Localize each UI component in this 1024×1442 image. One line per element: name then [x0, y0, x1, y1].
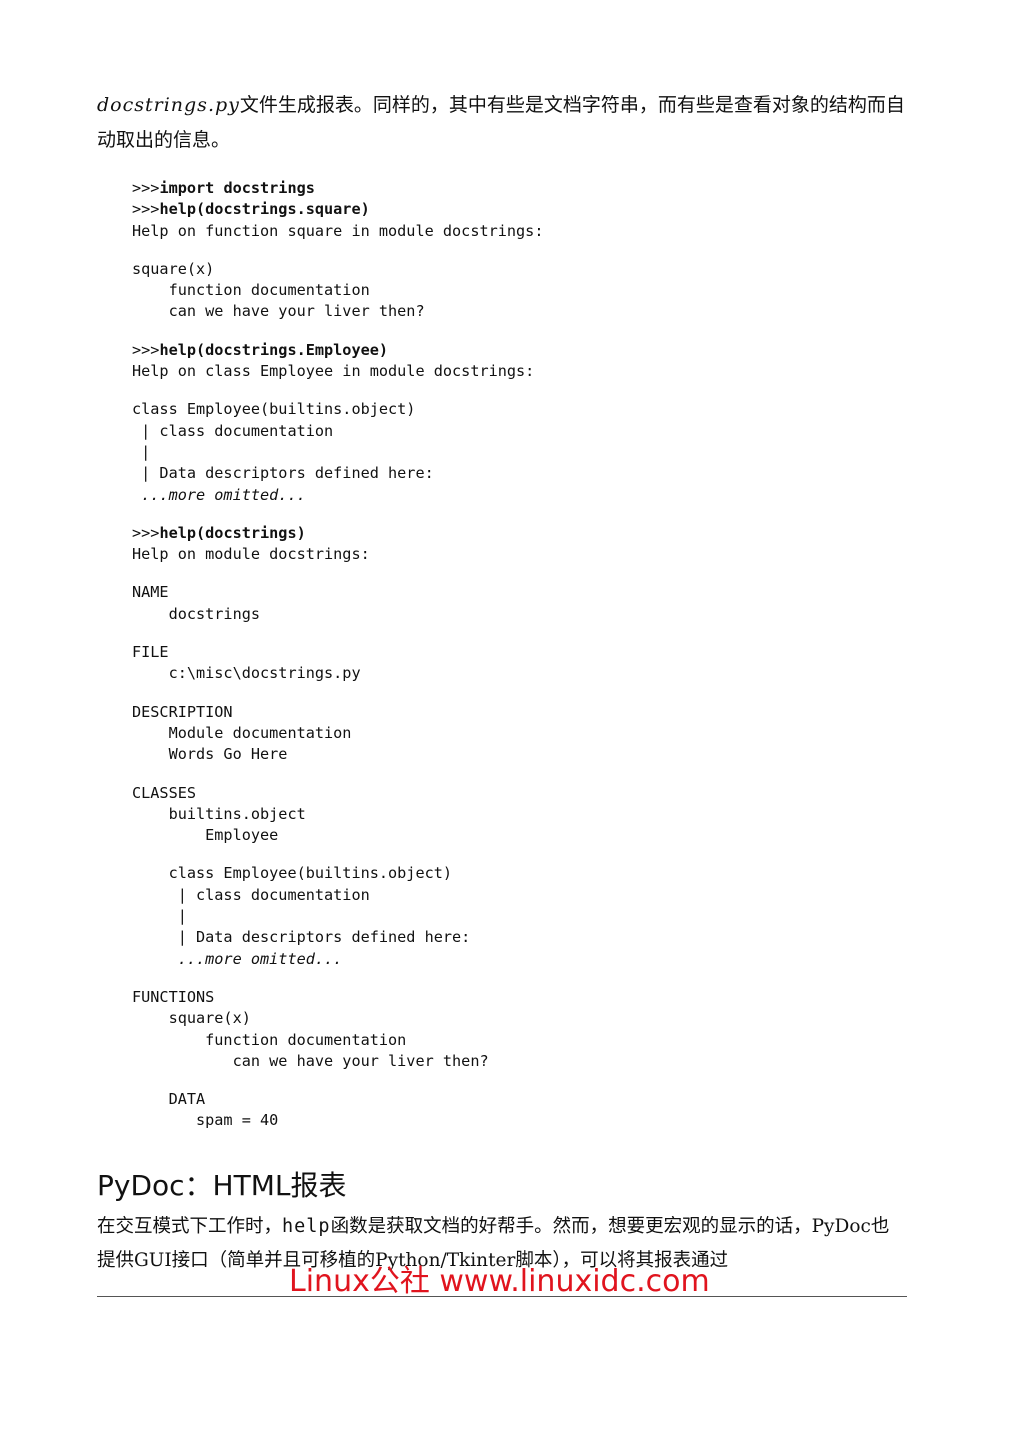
output-line: | class documentation [132, 885, 370, 904]
output-heading-name: NAME [132, 583, 169, 602]
output-line: Words Go Here [132, 745, 288, 764]
code-gap [132, 625, 543, 642]
intro-paragraph: docstrings.py文件生成报表。同样的，其中有些是文档字符串，而有些是查… [97, 88, 907, 158]
command-import: import docstrings [159, 179, 315, 197]
output-line: c:\misc\docstrings.py [132, 664, 361, 683]
prompt: >>> [132, 179, 160, 197]
output-line: builtins.object [132, 804, 306, 823]
code-gap [132, 323, 543, 340]
output-line-omitted: ...more omitted... [132, 949, 343, 968]
code-gap [132, 685, 543, 702]
intro-filename: docstrings.py [97, 94, 240, 116]
para-pydoc-word: PyDoc [811, 1216, 871, 1237]
para-text: 函数是获取文档的好帮手。然而，想要更宏观的显示的话， [330, 1216, 812, 1237]
code-line: >>>help(docstrings.Employee) [132, 340, 543, 361]
output-heading-data: DATA [132, 1090, 206, 1109]
output-line: docstrings [132, 604, 261, 623]
output-line: function documentation [132, 1030, 407, 1049]
output-line: can we have your liver then? [132, 1051, 489, 1070]
code-gap [132, 565, 543, 582]
code-line: >>>help(docstrings) [132, 523, 543, 544]
command-help-employee: help(docstrings.Employee) [159, 340, 389, 359]
output-line: Module documentation [132, 723, 352, 742]
code-gap [132, 846, 543, 863]
prompt: >>> [132, 200, 160, 219]
code-gap [132, 766, 543, 783]
code-line: >>>import docstrings [132, 178, 543, 199]
output-line: | Data descriptors defined here: [132, 928, 471, 947]
code-gap [132, 970, 543, 987]
output-line: square(x) [132, 259, 215, 278]
code-gap [132, 242, 543, 259]
section-title: PyDoc：HTML报表 [97, 1169, 347, 1202]
output-line: Help on function square in module docstr… [132, 221, 544, 240]
para-help-word: help [282, 1216, 331, 1237]
output-heading-file: FILE [132, 643, 169, 662]
code-gap [132, 382, 543, 399]
output-line: class Employee(builtins.object) [132, 400, 416, 419]
output-line: Help on class Employee in module docstri… [132, 362, 535, 381]
output-line: square(x) [132, 1009, 251, 1028]
output-line: function documentation [132, 281, 370, 300]
output-line: spam = 40 [132, 1111, 279, 1130]
output-line: can we have your liver then? [132, 302, 425, 321]
code-gap [132, 1072, 543, 1089]
output-heading-functions: FUNCTIONS [132, 987, 215, 1006]
para-text: 在交互模式下工作时， [97, 1216, 283, 1237]
prompt: >>> [132, 340, 160, 359]
output-heading-description: DESCRIPTION [132, 702, 233, 721]
output-line-omitted: ...more omitted... [132, 485, 306, 504]
output-heading-classes: CLASSES [132, 783, 197, 802]
output-line: Employee [132, 826, 279, 845]
code-line: >>>help(docstrings.square) [132, 199, 543, 220]
code-listing: >>>import docstrings >>>help(docstrings.s… [132, 178, 543, 1132]
output-line: class Employee(builtins.object) [132, 864, 453, 883]
output-line: Help on module docstrings: [132, 545, 370, 564]
command-help-module: help(docstrings) [159, 523, 306, 542]
output-line: | class documentation [132, 421, 334, 440]
code-gap [132, 506, 543, 523]
output-line: | [132, 907, 187, 926]
output-line: | [132, 442, 151, 461]
page-bottom-rule [97, 1296, 907, 1297]
output-line: | Data descriptors defined here: [132, 464, 434, 483]
prompt: >>> [132, 523, 160, 542]
command-help-square: help(docstrings.square) [159, 200, 370, 219]
